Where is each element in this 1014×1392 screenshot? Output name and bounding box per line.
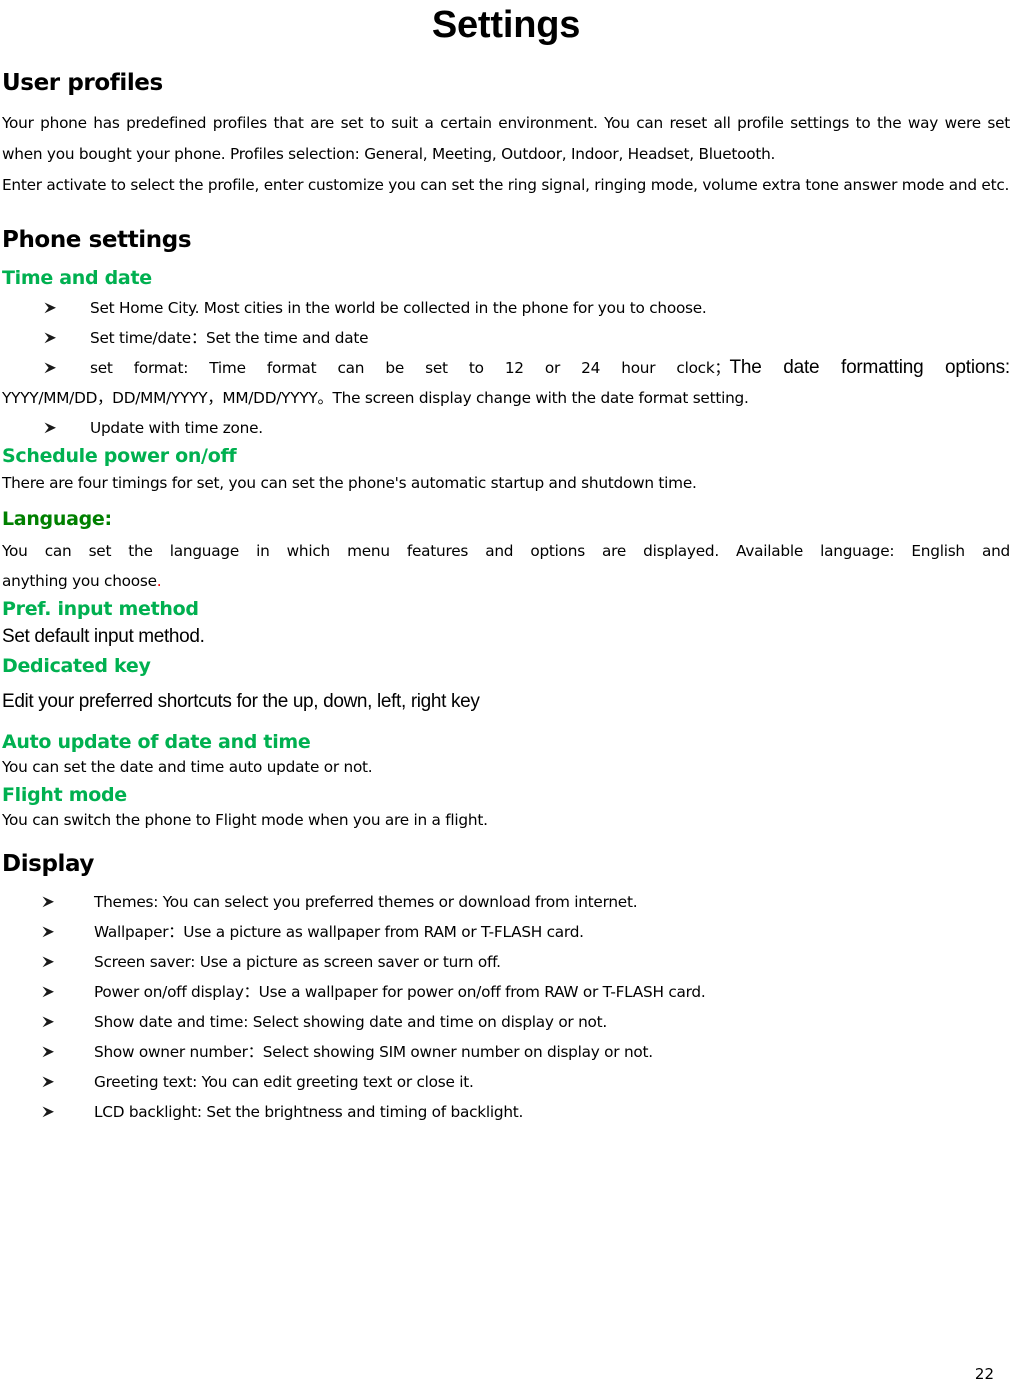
list-item: Power on/off display：Use a wallpaper for… bbox=[2, 977, 1010, 1007]
heading-schedule-power-on-off: Schedule power on/off bbox=[2, 445, 237, 467]
list-item-label: Screen saver: Use a picture as screen sa… bbox=[94, 953, 501, 971]
heading-phone-settings: Phone settings bbox=[2, 227, 192, 253]
paragraph-auto-update: You can set the date and time auto updat… bbox=[2, 758, 373, 776]
paragraph-schedule-power: There are four timings for set, you can … bbox=[2, 474, 697, 492]
list-item: Wallpaper：Use a picture as wallpaper fro… bbox=[2, 917, 1010, 947]
arrowhead-bullet-icon bbox=[42, 1007, 62, 1028]
list-item: Screen saver: Use a picture as screen sa… bbox=[2, 947, 1010, 977]
paragraph-language-line-1: You can set the language in which menu f… bbox=[2, 542, 1010, 560]
list-item-label: Greeting text: You can edit greeting tex… bbox=[94, 1073, 474, 1091]
heading-pref-input-method: Pref. input method bbox=[2, 598, 199, 620]
list-item-label: Set time/date：Set the time and date bbox=[90, 329, 369, 347]
arrowhead-bullet-icon bbox=[44, 353, 64, 374]
paragraph-dedicated-key: Edit your preferred shortcuts for the up… bbox=[2, 691, 480, 712]
list-item-label: Themes: You can select you preferred the… bbox=[94, 893, 638, 911]
arrowhead-bullet-icon bbox=[42, 947, 62, 968]
arrowhead-bullet-icon bbox=[42, 1097, 62, 1118]
set-format-text-part2: The date formatting options: bbox=[729, 357, 1011, 378]
list-item-label: Set Home City. Most cities in the world … bbox=[90, 299, 707, 317]
list-item: Set time/date：Set the time and date bbox=[2, 323, 1010, 353]
list-item-label: Show owner number：Select showing SIM own… bbox=[94, 1043, 653, 1061]
paragraph-flight-mode: You can switch the phone to Flight mode … bbox=[2, 811, 488, 829]
list-item-label: Show date and time: Select showing date … bbox=[94, 1013, 608, 1031]
list-item-label: Power on/off display：Use a wallpaper for… bbox=[94, 983, 706, 1001]
list-item-label: Update with time zone. bbox=[90, 419, 263, 437]
arrowhead-bullet-icon bbox=[42, 917, 62, 938]
set-format-text-part3: YYYY/MM/DD，DD/MM/YYYY，MM/DD/YYYY。The scr… bbox=[2, 389, 749, 407]
list-item: Show owner number：Select showing SIM own… bbox=[2, 1037, 1010, 1067]
arrowhead-bullet-icon bbox=[44, 293, 64, 314]
heading-auto-update: Auto update of date and time bbox=[2, 731, 311, 753]
arrowhead-bullet-icon bbox=[44, 413, 64, 434]
document-page: Settings User profiles Your phone has pr… bbox=[0, 0, 1014, 1392]
list-item: LCD backlight: Set the brightness and ti… bbox=[2, 1097, 1010, 1127]
language-trailing-period: . bbox=[156, 572, 162, 590]
heading-display: Display bbox=[2, 851, 95, 877]
list-item: Themes: You can select you preferred the… bbox=[2, 887, 1010, 917]
arrowhead-bullet-icon bbox=[42, 977, 62, 998]
paragraph-user-profiles-1: Your phone has predefined profiles that … bbox=[2, 114, 1010, 163]
heading-language: Language: bbox=[2, 508, 112, 530]
list-item: Show date and time: Select showing date … bbox=[2, 1007, 1010, 1037]
paragraph-language-line-2: anything you choose. bbox=[2, 567, 1010, 596]
arrowhead-bullet-icon bbox=[42, 1067, 62, 1088]
arrowhead-bullet-icon bbox=[44, 323, 64, 344]
heading-user-profiles: User profiles bbox=[2, 70, 163, 96]
list-item: Greeting text: You can edit greeting tex… bbox=[2, 1067, 1010, 1097]
set-format-text-part1: set format: Time format can be set to 12… bbox=[90, 359, 730, 377]
list-item: Set Home City. Most cities in the world … bbox=[2, 293, 1010, 323]
list-item-set-format: set format: Time format can be set to 12… bbox=[2, 353, 1010, 413]
list-time-and-date: Set Home City. Most cities in the world … bbox=[2, 293, 1010, 443]
arrowhead-bullet-icon bbox=[42, 887, 62, 908]
page-number: 22 bbox=[974, 1365, 994, 1383]
heading-dedicated-key: Dedicated key bbox=[2, 655, 151, 677]
arrowhead-bullet-icon bbox=[42, 1037, 62, 1058]
paragraph-pref-input-method: Set default input method. bbox=[2, 626, 205, 647]
paragraph-user-profiles-2: Enter activate to select the profile, en… bbox=[2, 176, 1010, 194]
language-line-2-text: anything you choose bbox=[2, 572, 157, 590]
list-item-label: Wallpaper：Use a picture as wallpaper fro… bbox=[94, 923, 584, 941]
list-display: Themes: You can select you preferred the… bbox=[2, 887, 1010, 1127]
list-item: Update with time zone. bbox=[2, 413, 1010, 443]
heading-time-and-date: Time and date bbox=[2, 267, 152, 289]
heading-flight-mode: Flight mode bbox=[2, 784, 127, 806]
page-title: Settings bbox=[431, 4, 581, 46]
list-item-label: LCD backlight: Set the brightness and ti… bbox=[94, 1103, 524, 1121]
